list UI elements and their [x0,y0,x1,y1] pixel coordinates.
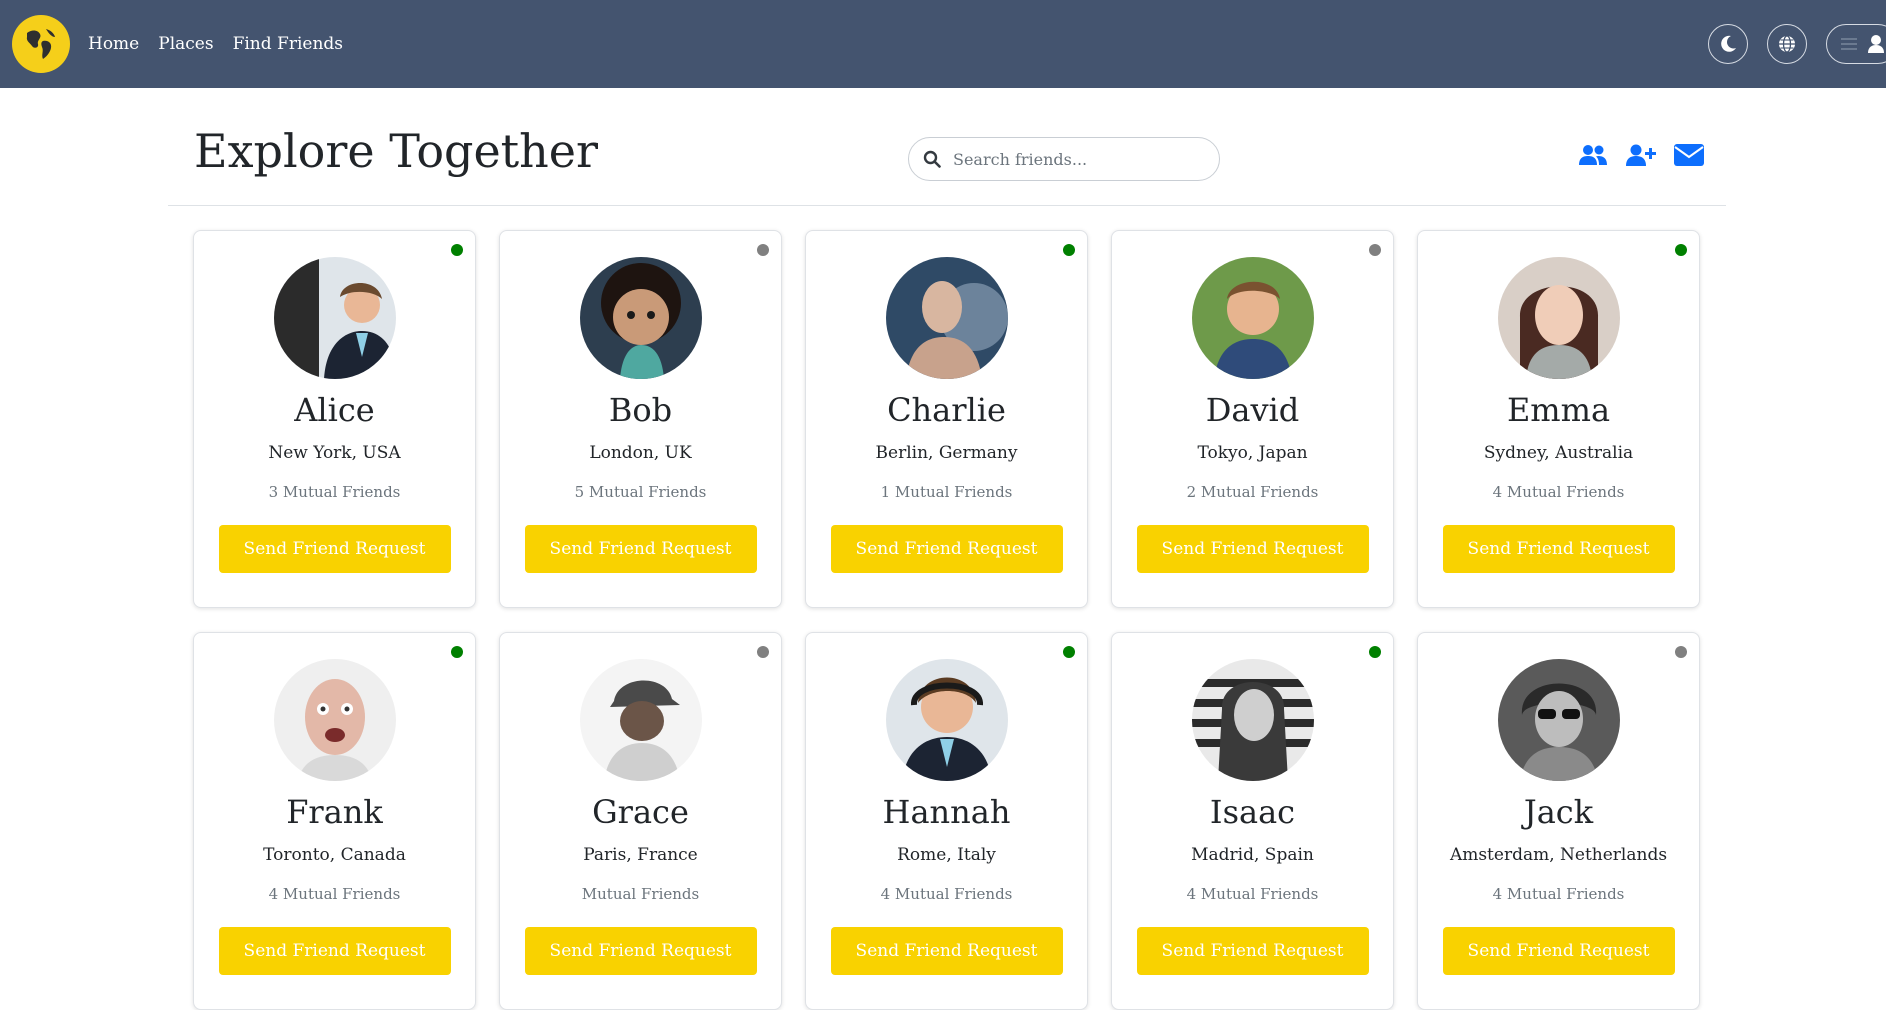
mutual-friends-count: Mutual Friends [581,885,700,904]
friend-location: Madrid, Spain [1191,845,1314,866]
friend-location: Sydney, Australia [1483,443,1634,464]
friend-name: Charlie [887,391,1006,429]
moon-icon [1721,35,1736,52]
mutual-friends-count: 3 Mutual Friends [268,483,401,502]
globe-icon [1779,35,1795,53]
status-indicator [1675,646,1687,658]
friend-name: Bob [608,391,673,429]
avatar [885,257,1008,379]
page-header: Explore Together [168,88,1726,206]
send-friend-request-button[interactable]: Send Friend Request [524,927,757,976]
search-box[interactable] [908,137,1220,181]
mutual-friends-count: 4 Mutual Friends [880,885,1013,904]
send-friend-request-button[interactable]: Send Friend Request [830,927,1063,976]
friends-grid: Alice New York, USA 3 Mutual Friends Sen… [193,230,1703,1010]
friend-card: Frank Toronto, Canada 4 Mutual Friends S… [193,632,476,1010]
page-title: Explore Together [194,124,599,178]
mutual-friends-count: 4 Mutual Friends [1186,885,1319,904]
friends-icon[interactable] [1578,144,1608,166]
status-indicator [1369,244,1381,256]
nav-link-home[interactable]: Home [88,34,139,54]
friend-location: New York, USA [268,443,401,464]
send-friend-request-button[interactable]: Send Friend Request [1136,525,1369,574]
send-friend-request-button[interactable]: Send Friend Request [524,525,757,574]
status-indicator [451,244,463,256]
status-indicator [1063,244,1075,256]
avatar [579,659,702,781]
friend-name: Emma [1506,391,1611,429]
friend-location: Paris, France [583,845,698,866]
send-friend-request-button[interactable]: Send Friend Request [1136,927,1369,976]
avatar [579,257,702,379]
friend-card: Emma Sydney, Australia 4 Mutual Friends … [1417,230,1700,608]
mutual-friends-count: 1 Mutual Friends [880,483,1013,502]
friend-name: Isaac [1209,793,1296,831]
friend-name: Grace [592,793,689,831]
user-menu-button[interactable] [1826,24,1886,64]
add-friend-icon[interactable] [1626,144,1656,166]
status-indicator [1063,646,1075,658]
friend-name: Alice [294,391,375,429]
friend-name: Jack [1523,793,1594,831]
send-friend-request-button[interactable]: Send Friend Request [218,927,451,976]
status-indicator [757,646,769,658]
avatar [1191,257,1314,379]
top-navbar: Home Places Find Friends [0,0,1886,88]
nav-link-places[interactable]: Places [158,34,213,54]
friend-name: Frank [286,793,383,831]
avatar [1497,659,1620,781]
friend-location: Rome, Italy [897,845,996,866]
friend-name: David [1205,391,1300,429]
status-indicator [451,646,463,658]
menu-icon [1840,38,1857,50]
friend-location: London, UK [589,443,692,464]
friend-location: Toronto, Canada [263,845,406,866]
send-friend-request-button[interactable]: Send Friend Request [1442,525,1675,574]
avatar [273,257,396,379]
search-icon [923,150,941,168]
send-friend-request-button[interactable]: Send Friend Request [218,525,451,574]
status-indicator [1675,244,1687,256]
friend-card: Charlie Berlin, Germany 1 Mutual Friends… [805,230,1088,608]
friend-card: Jack Amsterdam, Netherlands 4 Mutual Fri… [1417,632,1700,1010]
friend-location: Tokyo, Japan [1197,443,1308,464]
envelope-icon[interactable] [1674,144,1704,166]
avatar [1497,257,1620,379]
send-friend-request-button[interactable]: Send Friend Request [1442,927,1675,976]
friend-name: Hannah [882,793,1011,831]
friend-card: Hannah Rome, Italy 4 Mutual Friends Send… [805,632,1088,1010]
status-indicator [757,244,769,256]
friend-card: Isaac Madrid, Spain 4 Mutual Friends Sen… [1111,632,1394,1010]
mutual-friends-count: 4 Mutual Friends [268,885,401,904]
avatar [885,659,1008,781]
friend-card: Grace Paris, France Mutual Friends Send … [499,632,782,1010]
friend-card: David Tokyo, Japan 2 Mutual Friends Send… [1111,230,1394,608]
friend-card: Bob London, UK 5 Mutual Friends Send Fri… [499,230,782,608]
friend-card: Alice New York, USA 3 Mutual Friends Sen… [193,230,476,608]
mutual-friends-count: 4 Mutual Friends [1492,885,1625,904]
friend-location: Berlin, Germany [875,443,1018,464]
avatar [273,659,396,781]
friend-location: Amsterdam, Netherlands [1449,845,1668,866]
send-friend-request-button[interactable]: Send Friend Request [830,525,1063,574]
language-button[interactable] [1767,24,1807,64]
status-indicator [1369,646,1381,658]
mutual-friends-count: 4 Mutual Friends [1492,483,1625,502]
globe-logo-icon[interactable] [12,15,70,73]
nav-link-find-friends[interactable]: Find Friends [233,34,343,54]
mutual-friends-count: 2 Mutual Friends [1186,483,1319,502]
dark-mode-button[interactable] [1708,24,1748,64]
user-icon [1867,35,1884,53]
mutual-friends-count: 5 Mutual Friends [574,483,707,502]
avatar [1191,659,1314,781]
search-input[interactable] [951,148,1195,170]
